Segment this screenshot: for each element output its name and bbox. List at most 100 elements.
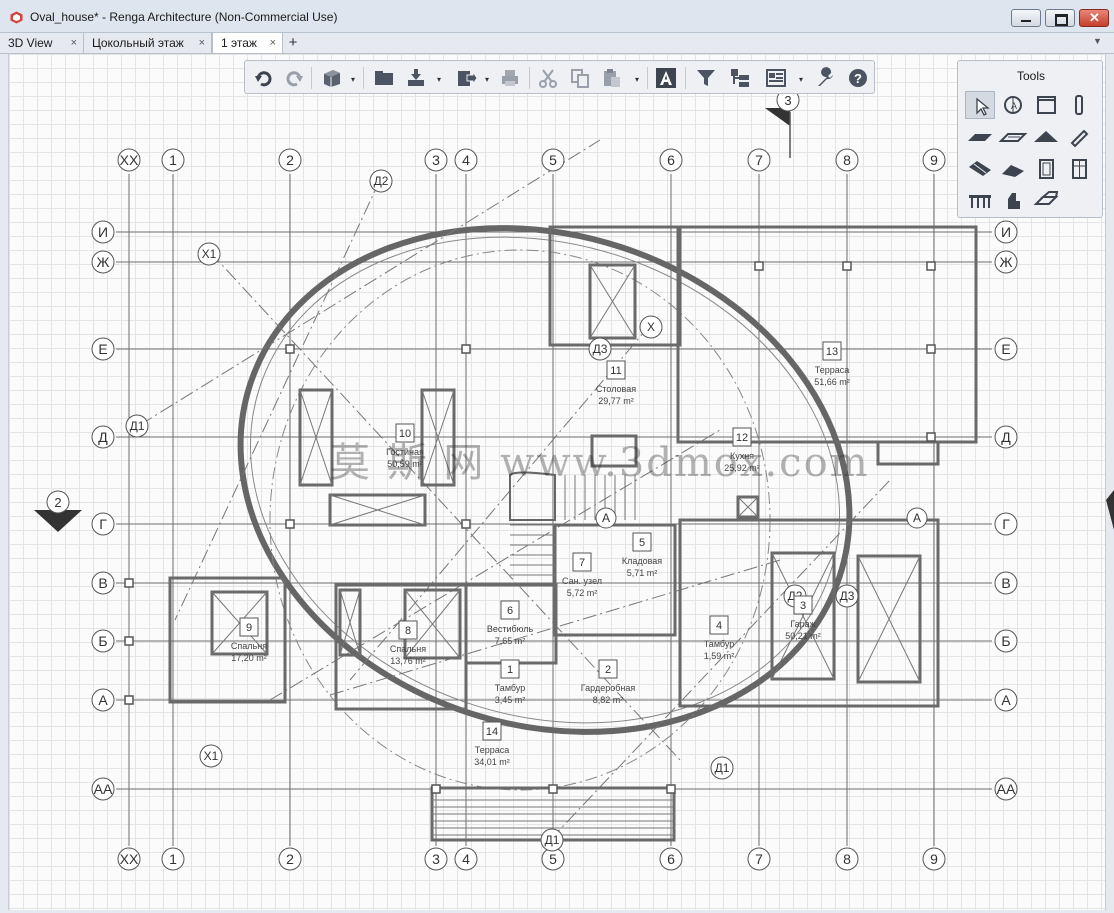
cut-icon[interactable] [537, 67, 559, 89]
room-area: 7,65 m² [495, 636, 526, 646]
axis-marker-label: В [98, 575, 107, 591]
column [285, 344, 295, 354]
axis-marker: 1 [161, 847, 185, 871]
diagonal-axis-label: Д3 [593, 342, 608, 356]
axis-marker-label: И [98, 224, 108, 240]
room-tag: 9 Спальня 17,20 m² [231, 617, 267, 663]
axis-marker-label: XX [120, 152, 139, 168]
print-icon[interactable] [499, 67, 521, 89]
axis-marker: Г [91, 512, 115, 536]
room-name: Столовая [596, 384, 636, 394]
room-area: 1,59 m² [704, 651, 735, 661]
stair-tool-button[interactable] [965, 155, 995, 183]
room-tag: 6 Вестибюль 7,65 m² [487, 600, 533, 646]
axis-marker: А [91, 688, 115, 712]
section-mark: 2 [34, 490, 82, 532]
equipment-tool-button[interactable] [998, 187, 1028, 215]
axis-marker: 3 [424, 847, 448, 871]
floor-tool-button[interactable] [998, 123, 1028, 151]
copy-icon[interactable] [569, 67, 591, 89]
layers-icon[interactable] [729, 67, 751, 89]
column [461, 519, 471, 529]
settings-wrench-icon[interactable] [815, 67, 837, 89]
diagonal-axis-label: Д1 [715, 761, 730, 775]
axis-marker-label: 9 [930, 851, 938, 867]
section-mark: 3 [765, 88, 800, 158]
axis-marker: 3 [424, 148, 448, 172]
room-area: 17,20 m² [231, 653, 267, 663]
axis-marker-label: В [1001, 575, 1010, 591]
axis-marker-label: Д [98, 429, 108, 445]
window-tool-button[interactable] [1064, 155, 1094, 183]
opening-tool-button[interactable] [1031, 187, 1061, 215]
undo-icon[interactable] [253, 67, 275, 89]
section-mark-label: 2 [54, 495, 61, 510]
column-tool-button[interactable] [1064, 91, 1094, 119]
axis-marker-label: 6 [667, 152, 675, 168]
room-number: 3 [800, 600, 806, 612]
axis-marker: Д [994, 425, 1018, 449]
room-number: 13 [826, 346, 838, 358]
filter-icon[interactable] [695, 67, 717, 89]
door-tool-button[interactable] [1031, 155, 1061, 183]
section-arrow-right [1106, 490, 1114, 530]
dimension-tool-button[interactable]: A [998, 91, 1028, 119]
paste-icon[interactable] [601, 67, 623, 89]
column [548, 784, 558, 794]
axis-marker: Б [91, 629, 115, 653]
text-style-icon[interactable] [655, 67, 677, 89]
view-layout-dropdown-icon[interactable]: ▾ [799, 75, 803, 84]
axis-marker: Б [994, 629, 1018, 653]
paste-dropdown-icon[interactable]: ▾ [635, 75, 639, 84]
wall-tool-button[interactable] [1031, 91, 1061, 119]
axis-marker-label: Б [98, 633, 107, 649]
diagonal-axis-label: Д1 [545, 833, 560, 847]
room-name: Терраса [815, 365, 850, 375]
slab-tool-button[interactable] [965, 123, 995, 151]
axis-marker: XX [117, 148, 141, 172]
diagonal-axis-label: Д2 [374, 174, 389, 188]
open-icon[interactable] [373, 67, 395, 89]
column [461, 344, 471, 354]
room-number: 9 [246, 622, 252, 634]
railing-tool-button[interactable] [965, 187, 995, 215]
redo-icon[interactable] [283, 67, 305, 89]
room-number: 4 [716, 620, 722, 632]
3d-view-dropdown-icon[interactable]: ▾ [351, 75, 355, 84]
save-icon[interactable] [405, 67, 427, 89]
axis-marker-label: 8 [843, 152, 851, 168]
room-area: 3,45 m² [495, 695, 526, 705]
column [926, 261, 936, 271]
room-area: 50,21 m² [785, 631, 821, 641]
save-dropdown-icon[interactable]: ▾ [437, 75, 441, 84]
room-number: 14 [486, 726, 498, 738]
column [431, 784, 441, 794]
column [754, 261, 764, 271]
3d-view-icon[interactable] [321, 67, 343, 89]
column [666, 784, 676, 794]
tools-panel: Tools A [957, 60, 1103, 218]
select-tool-button[interactable] [965, 91, 995, 119]
room-name: Спальня [390, 644, 426, 654]
export-dropdown-icon[interactable]: ▾ [485, 75, 489, 84]
help-icon[interactable]: ? [847, 67, 869, 89]
ramp-icon [1002, 165, 1024, 177]
axis-marker: Е [91, 337, 115, 361]
export-icon[interactable] [455, 67, 477, 89]
roof-tool-button[interactable] [1031, 123, 1061, 151]
axis-marker: И [994, 220, 1018, 244]
secondary-axis-marker: А [906, 507, 928, 529]
axis-marker: 5 [541, 148, 565, 172]
diagonal-axis-label: Х1 [202, 247, 217, 261]
room-tag: 7 Сан. узел 5,72 m² [562, 552, 602, 598]
room-number: 6 [507, 605, 513, 617]
diagonal-axis-marker: Д3 [835, 584, 859, 608]
room-area: 8,82 m² [593, 695, 624, 705]
axis-marker-label: 3 [432, 152, 440, 168]
axis-marker: АА [994, 777, 1018, 801]
ramp-tool-button[interactable] [998, 155, 1028, 183]
room-area: 13,76 m² [390, 656, 426, 666]
view-layout-icon[interactable] [765, 67, 787, 89]
beam-tool-button[interactable] [1064, 123, 1094, 151]
axis-marker-label: 1 [169, 152, 177, 168]
